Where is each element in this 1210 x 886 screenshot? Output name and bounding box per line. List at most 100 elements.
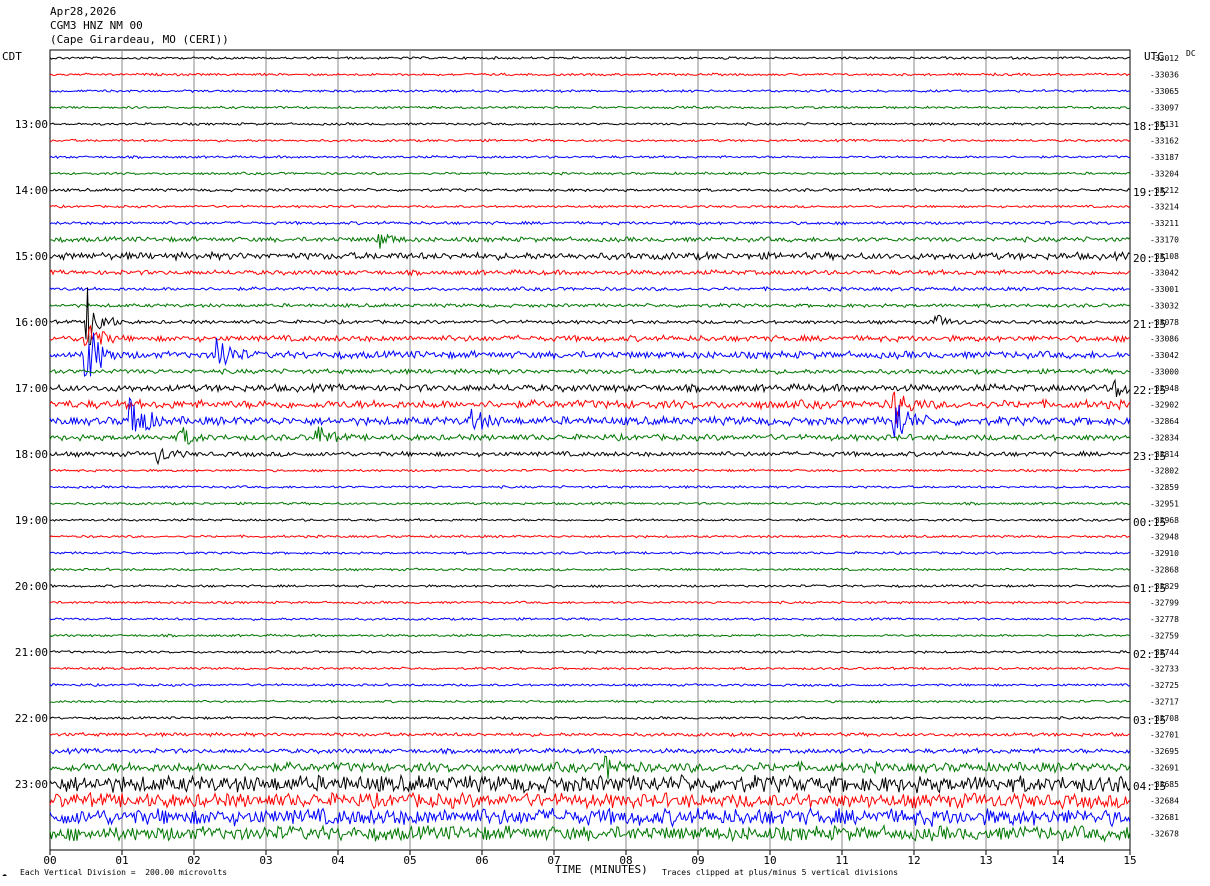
dc-offset-label-3: -33097 bbox=[1150, 104, 1179, 113]
x-tick-label-10: 10 bbox=[763, 854, 776, 867]
trace-37 bbox=[50, 666, 1131, 671]
helicorder-plot: 00 01 02 03 04 05 06 07 08 09 10 11 12 13 14 15-33012-3… bbox=[15, 49, 1179, 867]
dc-offset-label-47: -32678 bbox=[1150, 830, 1179, 839]
trace-1 bbox=[49, 72, 1131, 77]
dc-offset-label-23: -32834 bbox=[1150, 434, 1179, 443]
left-hour-label-7: 20:00 bbox=[15, 580, 48, 593]
trace-24 bbox=[49, 447, 1131, 466]
trace-32 bbox=[49, 583, 1131, 589]
trace-40 bbox=[49, 715, 1131, 721]
trace-30 bbox=[49, 550, 1131, 555]
dc-offset-label-9: -33214 bbox=[1150, 203, 1179, 212]
x-tick-label-11: 11 bbox=[835, 854, 848, 867]
dc-offset-label-46: -32681 bbox=[1150, 813, 1179, 822]
trace-10 bbox=[49, 220, 1131, 226]
dc-offset-label-34: -32778 bbox=[1150, 615, 1179, 624]
dc-offset-label-11: -33170 bbox=[1150, 236, 1179, 245]
trace-2 bbox=[49, 88, 1131, 94]
x-tick-label-13: 13 bbox=[979, 854, 992, 867]
dc-offset-label-14: -33001 bbox=[1150, 285, 1179, 294]
trace-23 bbox=[49, 426, 1131, 445]
x-tick-label-03: 03 bbox=[259, 854, 272, 867]
dc-offset-label-13: -33042 bbox=[1150, 269, 1179, 278]
dc-offset-label-30: -32910 bbox=[1150, 549, 1179, 558]
left-hour-label-8: 21:00 bbox=[15, 646, 48, 659]
right-hour-label-10: 04:15 bbox=[1133, 780, 1166, 793]
trace-12 bbox=[49, 250, 1131, 262]
x-tick-label-01: 01 bbox=[115, 854, 128, 867]
left-hour-label-2: 15:00 bbox=[15, 250, 48, 263]
trace-27 bbox=[49, 501, 1131, 506]
dc-offset-label-45: -32684 bbox=[1150, 797, 1179, 806]
right-hour-label-0: 18:15 bbox=[1133, 120, 1166, 133]
dc-offset-label-26: -32859 bbox=[1150, 483, 1179, 492]
left-hour-label-10: 23:00 bbox=[15, 778, 48, 791]
trace-41 bbox=[49, 731, 1131, 738]
left-hour-label-1: 14:00 bbox=[15, 184, 48, 197]
left-hour-label-0: 13:00 bbox=[15, 118, 48, 131]
right-hour-label-1: 19:15 bbox=[1133, 186, 1166, 199]
x-tick-label-05: 05 bbox=[403, 854, 416, 867]
trace-42 bbox=[49, 747, 1131, 756]
dc-offset-label-5: -33162 bbox=[1150, 137, 1179, 146]
x-tick-label-12: 12 bbox=[907, 854, 920, 867]
trace-7 bbox=[49, 171, 1131, 176]
right-hour-label-2: 20:15 bbox=[1133, 252, 1166, 265]
trace-38 bbox=[49, 682, 1131, 688]
trace-15 bbox=[49, 302, 1131, 309]
trace-44 bbox=[49, 773, 1131, 794]
trace-3 bbox=[49, 105, 1131, 110]
trace-25 bbox=[49, 468, 1131, 473]
dc-offset-label-19: -33000 bbox=[1150, 368, 1179, 377]
x-tick-label-04: 04 bbox=[331, 854, 345, 867]
left-hour-label-9: 22:00 bbox=[15, 712, 48, 725]
trace-16 bbox=[49, 287, 1131, 346]
x-tick-label-14: 14 bbox=[1051, 854, 1065, 867]
trace-36 bbox=[49, 649, 1131, 655]
dc-offset-label-33: -32799 bbox=[1150, 599, 1179, 608]
trace-26 bbox=[49, 484, 1131, 490]
right-hour-label-9: 03:15 bbox=[1133, 714, 1166, 727]
trace-5 bbox=[49, 138, 1131, 143]
right-hour-label-3: 21:15 bbox=[1133, 318, 1166, 331]
dc-offset-label-31: -32868 bbox=[1150, 566, 1179, 575]
dc-offset-label-21: -32902 bbox=[1150, 401, 1179, 410]
dc-offset-label-25: -32802 bbox=[1150, 467, 1179, 476]
trace-17 bbox=[49, 325, 1130, 347]
right-hour-label-8: 02:15 bbox=[1133, 648, 1166, 661]
trace-8 bbox=[49, 187, 1131, 193]
trace-31 bbox=[49, 567, 1131, 572]
dc-offset-label-41: -32701 bbox=[1150, 731, 1179, 740]
trace-43 bbox=[49, 755, 1131, 780]
trace-46 bbox=[49, 806, 1131, 828]
right-hour-label-7: 01:15 bbox=[1133, 582, 1166, 595]
x-tick-label-02: 02 bbox=[187, 854, 200, 867]
dc-offset-label-38: -32725 bbox=[1150, 681, 1179, 690]
trace-28 bbox=[49, 517, 1130, 522]
trace-20 bbox=[49, 378, 1131, 397]
trace-47 bbox=[49, 823, 1131, 843]
dc-offset-label-0: -33012 bbox=[1150, 54, 1179, 63]
dc-offset-label-29: -32948 bbox=[1150, 533, 1179, 542]
trace-45 bbox=[49, 791, 1131, 810]
trace-39 bbox=[49, 699, 1131, 704]
clip-note: Traces clipped at plus/minus 5 vertical … bbox=[662, 868, 899, 877]
left-hour-label-4: 17:00 bbox=[15, 382, 48, 395]
plot-frame bbox=[49, 49, 1131, 851]
trace-0 bbox=[49, 55, 1131, 61]
trace-9 bbox=[49, 204, 1131, 209]
dc-offset-label-35: -32759 bbox=[1150, 632, 1179, 641]
right-hour-label-5: 23:15 bbox=[1133, 450, 1166, 463]
trace-29 bbox=[49, 534, 1131, 539]
x-tick-label-15: 15 bbox=[1123, 854, 1136, 867]
dc-offset-label-10: -33211 bbox=[1150, 219, 1179, 228]
dc-offset-label-17: -33086 bbox=[1150, 335, 1179, 344]
trace-13 bbox=[49, 268, 1131, 277]
trace-19 bbox=[49, 367, 1131, 376]
right-hour-label-6: 00:15 bbox=[1133, 516, 1166, 529]
trace-11 bbox=[49, 233, 1131, 249]
right-hour-label-4: 22:15 bbox=[1133, 384, 1166, 397]
dc-offset-label-43: -32691 bbox=[1150, 764, 1179, 773]
dc-offset-label-1: -33036 bbox=[1150, 71, 1179, 80]
scale-note: Each Vertical Division = 200.00 microvol… bbox=[20, 868, 228, 877]
